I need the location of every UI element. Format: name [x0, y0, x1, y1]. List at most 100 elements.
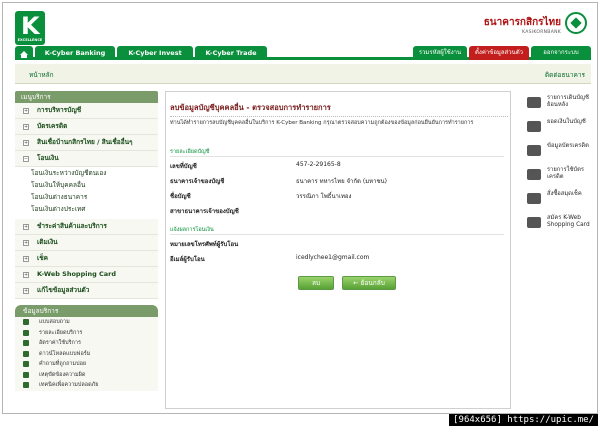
quick-link-shopping-card[interactable]: สมัคร K-Web Shopping Card	[527, 213, 593, 237]
shopping-card-icon	[527, 217, 541, 228]
info-item-faq[interactable]: คำถามที่ถูกถามบ่อย	[15, 359, 158, 370]
sidebar-item-label: ชำระค่าสินค้าและบริการ	[37, 222, 107, 230]
bank-name-en: KASIKORNBANK	[522, 30, 561, 35]
sidebar-item-bill-payment[interactable]: + ชำระค่าสินค้าและบริการ	[15, 219, 158, 235]
title-divider	[170, 116, 508, 117]
sidebar-item-loans[interactable]: + สินเชื่อบ้านกสิกรไทย / สินเชื่ออื่นๆ	[15, 135, 158, 151]
tab-k-cyber-trade[interactable]: K-Cyber Trade	[195, 46, 267, 60]
info-item-download-forms[interactable]: ดาวน์โหลดแบบฟอร์ม	[15, 348, 158, 359]
personal-settings-link[interactable]: ตั้งค่าข้อมูลส่วนตัว	[469, 46, 529, 60]
info-item-survey[interactable]: แบบสอบถาม	[15, 317, 158, 328]
field-value: icedlychee1@gmail.com	[296, 254, 370, 261]
quick-link-label: สมัคร K-Web Shopping Card	[547, 215, 590, 228]
cheque-book-icon	[527, 193, 541, 204]
sidebar-item-k-web-shopping-card[interactable]: + K-Web Shopping Card	[15, 267, 158, 283]
credit-card-icon	[527, 145, 541, 156]
tab-k-cyber-invest[interactable]: K-Cyber Invest	[117, 46, 193, 60]
quick-link-label: รายการเดินบัญชีย้อนหลัง	[547, 95, 589, 108]
expand-icon: +	[23, 224, 29, 230]
field-label: ชื่อบัญชี	[170, 193, 191, 200]
quick-links: รายการเดินบัญชีย้อนหลัง ยอดเงินในบัญชี ข…	[527, 93, 593, 237]
sidebar-item-label: การบริหารบัญชี	[37, 106, 82, 114]
combine-user-id-link[interactable]: รวมรหัสผู้ใช้งาน	[413, 46, 467, 60]
sidebar-item-label: เช็ค	[37, 254, 48, 262]
expand-icon: +	[23, 108, 29, 114]
field-value: 457-2-29165-8	[296, 161, 341, 168]
sidebar-item-label: K-Web Shopping Card	[37, 270, 117, 278]
account-details-heading: รายละเอียดบัญชี	[170, 149, 210, 155]
delete-button[interactable]: ลบ	[298, 276, 334, 290]
quick-link-balance[interactable]: ยอดเงินในบัญชี	[527, 117, 593, 141]
quick-link-statement[interactable]: รายการเดินบัญชีย้อนหลัง	[527, 93, 593, 117]
sidebar-subitem-other-bank[interactable]: โอนเงินต่างธนาคาร	[15, 191, 158, 203]
info-item-label: ดาวน์โหลดแบบฟอร์ม	[39, 350, 91, 357]
lock-icon	[23, 382, 29, 388]
sidebar-item-credit-card[interactable]: + บัตรเครดิต	[15, 119, 158, 135]
expand-icon: +	[23, 140, 29, 146]
tab-k-cyber-banking[interactable]: K-Cyber Banking	[35, 46, 115, 60]
expand-icon: +	[23, 288, 29, 294]
sidebar-item-edit-profile[interactable]: + แก้ไขข้อมูลส่วนตัว	[15, 283, 158, 299]
breadcrumb-bar: หน้าหลัก ติดต่อธนาคาร	[15, 64, 591, 84]
sidebar-subitem-other-person[interactable]: โอนเงินให้บุคคลอื่น	[15, 179, 158, 191]
bank-emblem-icon	[565, 12, 587, 34]
breadcrumb-home[interactable]: หน้าหลัก	[29, 70, 54, 80]
expand-icon: +	[23, 240, 29, 246]
service-info-title: ข้อมูลบริการ	[15, 305, 158, 317]
quick-link-label: ยอดเงินในบัญชี	[547, 119, 586, 125]
sidebar-item-label: โอนเงิน	[37, 154, 59, 162]
sidebar-item-transfer[interactable]: − โอนเงิน	[15, 151, 158, 167]
info-item-label: แบบสอบถาม	[39, 319, 70, 325]
page-title: ลบข้อมูลบัญชีบุคคลอื่น - ตรวจสอบการทำราย…	[170, 103, 331, 112]
section-divider	[170, 234, 504, 235]
quick-link-cheque-book[interactable]: สั่งซื้อสมุดเช็ค	[527, 189, 593, 213]
service-menu-title: เมนูบริการ	[15, 91, 158, 103]
logo-subtitle: EXCELLENCE	[17, 38, 43, 42]
info-item-service-details[interactable]: รายละเอียดบริการ	[15, 327, 158, 338]
statement-icon	[527, 97, 541, 108]
page-description: ท่านได้ทำรายการลบบัญชีบุคคลอื่นในบริการ …	[170, 120, 474, 126]
sidebar-item-cheque[interactable]: + เช็ค	[15, 251, 158, 267]
expand-icon: +	[23, 124, 29, 130]
home-tab[interactable]	[15, 46, 33, 60]
info-item-fees[interactable]: อัตราค่าใช้บริการ	[15, 338, 158, 349]
quick-link-label: สั่งซื้อสมุดเช็ค	[547, 191, 582, 197]
field-label: สาขาธนาคารเจ้าของบัญชี	[170, 208, 239, 215]
fee-icon	[23, 340, 29, 346]
field-label: หมายเลขโทรศัพท์ผู้รับโอน	[170, 241, 239, 248]
info-item-label: อัตราค่าใช้บริการ	[39, 340, 81, 346]
faq-icon	[23, 361, 29, 367]
back-button[interactable]: ← ย้อนกลับ	[342, 276, 396, 290]
money-bag-icon	[527, 121, 541, 132]
warning-icon	[23, 371, 29, 378]
bank-name: ธนาคารกสิกรไทย KASIKORNBANK	[484, 15, 561, 35]
card-list-icon	[527, 169, 541, 180]
info-item-security-tips[interactable]: เทคนิคเพื่อความปลอดภัย	[15, 380, 158, 391]
logout-link[interactable]: ออกจากระบบ	[531, 46, 591, 60]
survey-icon	[23, 319, 29, 325]
quick-link-card-usage[interactable]: รายการใช้บัตรเครดิต	[527, 165, 593, 189]
info-item-label: รายละเอียดบริการ	[39, 329, 83, 336]
contact-bank-link[interactable]: ติดต่อธนาคาร	[545, 70, 585, 80]
download-icon	[23, 350, 29, 357]
sidebar-item-top-up[interactable]: + เติมเงิน	[15, 235, 158, 251]
sidebar-item-label: บัตรเครดิต	[37, 122, 68, 130]
sidebar-subitem-own-accounts[interactable]: โอนเงินระหว่างบัญชีตนเอง	[15, 167, 158, 179]
sidebar-item-account-management[interactable]: + การบริหารบัญชี	[15, 103, 158, 119]
sidebar: เมนูบริการ + การบริหารบัญชี + บัตรเครดิต +…	[15, 91, 158, 391]
content-panel: ลบข้อมูลบัญชีบุคคลอื่น - ตรวจสอบการทำราย…	[165, 91, 511, 409]
field-label: เลขที่บัญชี	[170, 163, 197, 170]
logo-letter: K	[21, 12, 40, 40]
field-value: ธนาคาร ทหารไทย จำกัด (มหาชน)	[296, 178, 387, 185]
sidebar-subitem-international[interactable]: โอนเงินต่างประเทศ	[15, 203, 158, 215]
quick-link-card-info[interactable]: ข้อมูลบัตรเครดิต	[527, 141, 593, 165]
main-nav: K-Cyber Banking K-Cyber Invest K-Cyber T…	[15, 46, 591, 60]
back-button-label: ย้อนกลับ	[360, 279, 385, 287]
info-item-label: เทคนิคเพื่อความปลอดภัย	[39, 382, 99, 388]
k-excellence-logo[interactable]: K EXCELLENCE	[15, 11, 45, 45]
expand-icon: +	[23, 256, 29, 262]
info-item-label: คำถามที่ถูกถามบ่อย	[39, 361, 87, 367]
quick-link-label: รายการใช้บัตรเครดิต	[547, 167, 584, 180]
expand-icon: +	[23, 272, 29, 278]
info-item-error-report[interactable]: เหตุขัดข้องความผิด	[15, 369, 158, 380]
